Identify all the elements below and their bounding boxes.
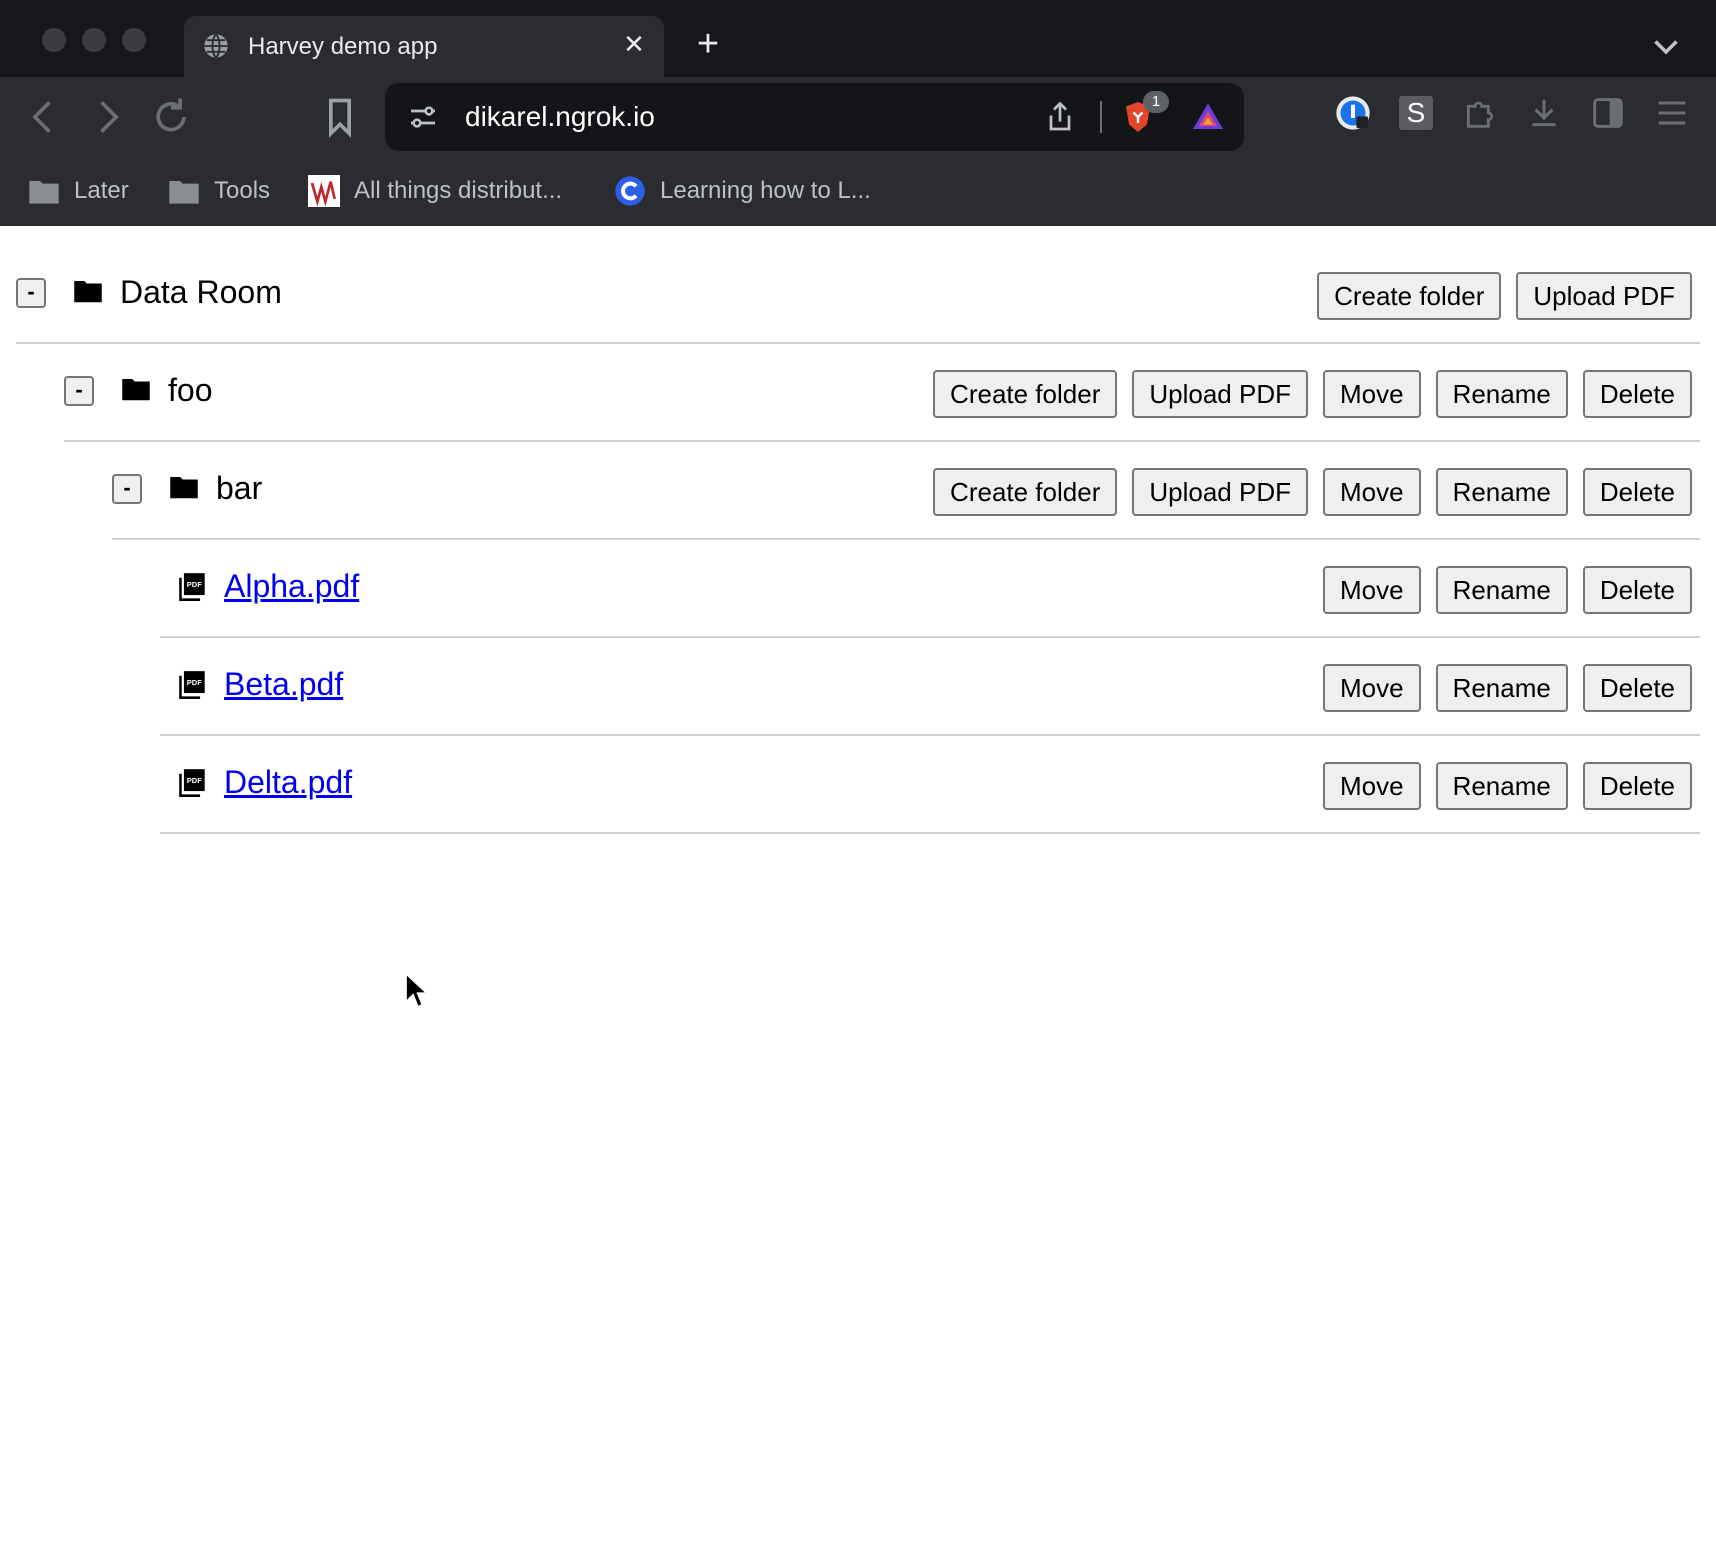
pdf-file-icon: PDF: [179, 769, 205, 797]
file-link[interactable]: Alpha.pdf: [224, 568, 359, 605]
bookmark-all-things-distributed[interactable]: All things distribut...: [308, 171, 562, 211]
menu-icon[interactable]: [1652, 93, 1692, 133]
bookmark-icon[interactable]: [318, 95, 362, 139]
bookmark-learning-how-to[interactable]: Learning how to L...: [614, 171, 871, 211]
row-actions: Create folder Upload PDF Move Rename Del…: [933, 370, 1692, 418]
move-button[interactable]: Move: [1322, 762, 1421, 810]
back-icon[interactable]: [22, 95, 66, 139]
window-zoom-button[interactable]: [122, 28, 146, 52]
sidebar-toggle-icon[interactable]: [1588, 93, 1628, 133]
tab-strip: Harvey demo app ✕ +: [0, 0, 1716, 77]
row-actions: Move Rename Delete: [1322, 762, 1692, 810]
delete-button[interactable]: Delete: [1582, 468, 1692, 516]
rename-button[interactable]: Rename: [1435, 566, 1568, 614]
collapse-toggle[interactable]: -: [112, 474, 142, 504]
upload-pdf-button[interactable]: Upload PDF: [1516, 272, 1692, 320]
pdf-file-icon: PDF: [179, 573, 205, 601]
s-extension-icon: S: [1399, 96, 1433, 130]
folder-name: foo: [168, 372, 213, 408]
delete-button[interactable]: Delete: [1582, 762, 1692, 810]
tree-row-data-room: - Data Room Create folder Upload PDF: [16, 246, 1700, 344]
new-tab-button[interactable]: +: [688, 24, 728, 64]
mouse-cursor-icon: [404, 972, 430, 1009]
svg-text:PDF: PDF: [187, 678, 202, 687]
folder-icon: [122, 379, 150, 401]
delete-button[interactable]: Delete: [1582, 566, 1692, 614]
bookmark-label: Later: [74, 177, 129, 204]
svg-text:PDF: PDF: [187, 580, 202, 589]
pdf-file-icon: PDF: [179, 671, 205, 699]
file-link[interactable]: Delta.pdf: [224, 764, 352, 801]
upload-pdf-button[interactable]: Upload PDF: [1132, 468, 1308, 516]
tab-title: Harvey demo app: [248, 33, 438, 60]
tree-row-file: PDF Alpha.pdf Move Rename Delete: [160, 540, 1700, 638]
bookmarks-bar: Later Tools All things distribut... Lear…: [0, 157, 1716, 226]
svg-text:PDF: PDF: [187, 776, 202, 785]
bookmark-label: Tools: [214, 177, 271, 204]
navigation-toolbar: dikarel.ngrok.io 1 S: [0, 77, 1716, 157]
folder-icon: [169, 181, 199, 204]
tab-active[interactable]: Harvey demo app ✕: [184, 16, 664, 77]
move-button[interactable]: Move: [1322, 566, 1421, 614]
rename-button[interactable]: Rename: [1435, 468, 1568, 516]
window-minimize-button[interactable]: [82, 28, 106, 52]
collapse-toggle[interactable]: -: [64, 376, 94, 406]
address-bar[interactable]: dikarel.ngrok.io 1: [385, 83, 1244, 151]
url-text: dikarel.ngrok.io: [465, 101, 655, 132]
row-actions: Move Rename Delete: [1322, 566, 1692, 614]
create-folder-button[interactable]: Create folder: [1317, 272, 1502, 320]
site-settings-icon[interactable]: [405, 99, 441, 135]
folder-icon: [74, 281, 102, 303]
tree-row-bar: - bar Create folder Upload PDF Move Rena…: [112, 442, 1700, 540]
shields-badge: 1: [1143, 91, 1169, 113]
move-button[interactable]: Move: [1322, 370, 1421, 418]
move-button[interactable]: Move: [1322, 468, 1421, 516]
tree-row-foo: - foo Create folder Upload PDF Move Rena…: [64, 344, 1700, 442]
password-manager-icon: [1336, 96, 1370, 130]
chevron-down-icon[interactable]: [1648, 28, 1684, 64]
bookmark-tools[interactable]: Tools: [168, 171, 270, 211]
create-folder-button[interactable]: Create folder: [933, 370, 1118, 418]
row-actions: Create folder Upload PDF: [1317, 272, 1692, 320]
bookmark-label: All things distribut...: [354, 177, 563, 204]
brave-rewards-icon[interactable]: [1190, 99, 1226, 135]
download-icon[interactable]: [1524, 93, 1564, 133]
c-favicon-icon: [615, 176, 645, 206]
folder-name: bar: [216, 470, 263, 506]
file-link[interactable]: Beta.pdf: [224, 666, 343, 703]
share-icon[interactable]: [1042, 99, 1078, 135]
row-actions: Create folder Upload PDF Move Rename Del…: [933, 468, 1692, 516]
password-manager-extension[interactable]: [1333, 93, 1373, 133]
folder-icon: [29, 181, 59, 204]
upload-pdf-button[interactable]: Upload PDF: [1132, 370, 1308, 418]
collapse-toggle[interactable]: -: [16, 278, 46, 308]
rename-button[interactable]: Rename: [1435, 762, 1568, 810]
bookmark-later[interactable]: Later: [28, 171, 129, 211]
forward-icon[interactable]: [85, 95, 129, 139]
s-extension[interactable]: S: [1396, 93, 1436, 133]
close-icon[interactable]: ✕: [616, 26, 652, 62]
row-actions: Move Rename Delete: [1322, 664, 1692, 712]
tree-row-file: PDF Beta.pdf Move Rename Delete: [160, 638, 1700, 736]
rename-button[interactable]: Rename: [1435, 664, 1568, 712]
move-button[interactable]: Move: [1322, 664, 1421, 712]
globe-icon: [204, 33, 228, 59]
reload-icon[interactable]: [149, 95, 193, 139]
bookmark-label: Learning how to L...: [660, 177, 871, 204]
create-folder-button[interactable]: Create folder: [933, 468, 1118, 516]
extensions-puzzle-icon[interactable]: [1460, 93, 1500, 133]
window-close-button[interactable]: [42, 28, 66, 52]
browser-chrome: Harvey demo app ✕ + dikarel.ngrok.io 1 S…: [0, 0, 1716, 226]
folder-icon: [170, 477, 198, 499]
folder-name: Data Room: [120, 274, 282, 310]
tree-row-file: PDF Delta.pdf Move Rename Delete: [160, 736, 1700, 834]
divider: [1100, 101, 1102, 133]
rename-button[interactable]: Rename: [1435, 370, 1568, 418]
delete-button[interactable]: Delete: [1582, 664, 1692, 712]
delete-button[interactable]: Delete: [1582, 370, 1692, 418]
site-favicon-icon: [308, 175, 340, 207]
